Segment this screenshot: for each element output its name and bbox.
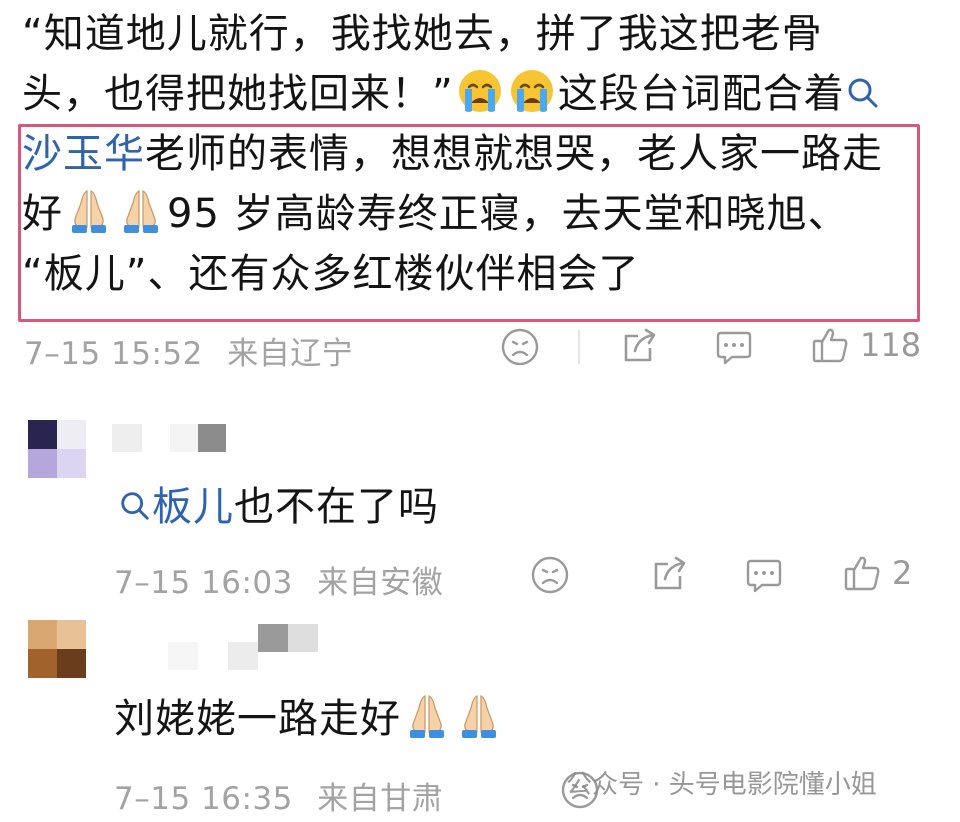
- reply-text: 刘姥姥一路走好: [114, 686, 505, 744]
- location: 来自辽宁: [227, 336, 354, 372]
- comment-line: “知道地儿就行，我找她去，拼了我这把老骨: [22, 11, 823, 57]
- share-icon: [650, 554, 690, 594]
- timestamp: 7–15 16:35: [114, 781, 293, 817]
- watermark: 公众号 · 头号电影院懂小姐: [566, 764, 877, 801]
- like-count: 2: [892, 554, 913, 592]
- comment-meta: 7–15 15:52 来自辽宁: [24, 328, 353, 373]
- timestamp: 7–15 15:52: [24, 336, 203, 372]
- location: 来自安徽: [317, 565, 444, 601]
- dislike-button[interactable]: [530, 555, 570, 595]
- comment-icon: [744, 556, 784, 596]
- timestamp: 7–15 16:03: [114, 565, 293, 601]
- thumbs-up-icon: [810, 325, 850, 365]
- like-button[interactable]: 118: [810, 325, 921, 365]
- reply-meta: 7–15 16:03 来自安徽: [114, 557, 443, 602]
- like-count: 118: [860, 326, 922, 364]
- praying-hands-icon: [455, 692, 503, 740]
- watermark-text: 公众号 · 头号电影院懂小姐: [566, 770, 877, 800]
- comment-icon: [714, 328, 754, 368]
- username[interactable]: [168, 624, 318, 670]
- reply-text: 板儿也不在了吗: [118, 474, 439, 532]
- comment-text-segment: 这段台词配合着: [557, 71, 845, 117]
- share-button[interactable]: [650, 554, 690, 594]
- share-icon: [620, 326, 660, 366]
- reply-text-body: 也不在了吗: [234, 484, 439, 530]
- dislike-button[interactable]: [500, 327, 540, 367]
- comment-button[interactable]: [714, 328, 754, 368]
- location: 来自甘肃: [317, 781, 444, 817]
- reply-text-body: 刘姥姥一路走好: [114, 696, 401, 742]
- avatar[interactable]: [28, 420, 86, 478]
- username[interactable]: [112, 424, 226, 452]
- crying-face-icon: [456, 67, 504, 115]
- sad-face-icon: [530, 555, 570, 595]
- avatar[interactable]: [28, 620, 86, 678]
- share-button[interactable]: [620, 326, 660, 366]
- comment-text-segment: 头，也得把她找回来！”: [22, 71, 454, 117]
- like-button[interactable]: 2: [842, 553, 912, 593]
- search-icon[interactable]: [118, 486, 152, 526]
- comment-line: 头，也得把她找回来！” 这段台词配合着: [22, 64, 932, 124]
- search-icon[interactable]: [845, 73, 881, 113]
- praying-hands-icon: [403, 692, 451, 740]
- topic-link[interactable]: 板儿: [152, 484, 234, 530]
- sad-face-icon: [500, 327, 540, 367]
- crying-face-icon: [508, 67, 556, 115]
- thumbs-up-icon: [842, 553, 882, 593]
- divider: [578, 330, 580, 364]
- comment-button[interactable]: [744, 556, 784, 596]
- highlight-box: [18, 124, 920, 322]
- reply-meta: 7–15 16:35 来自甘肃: [114, 773, 443, 818]
